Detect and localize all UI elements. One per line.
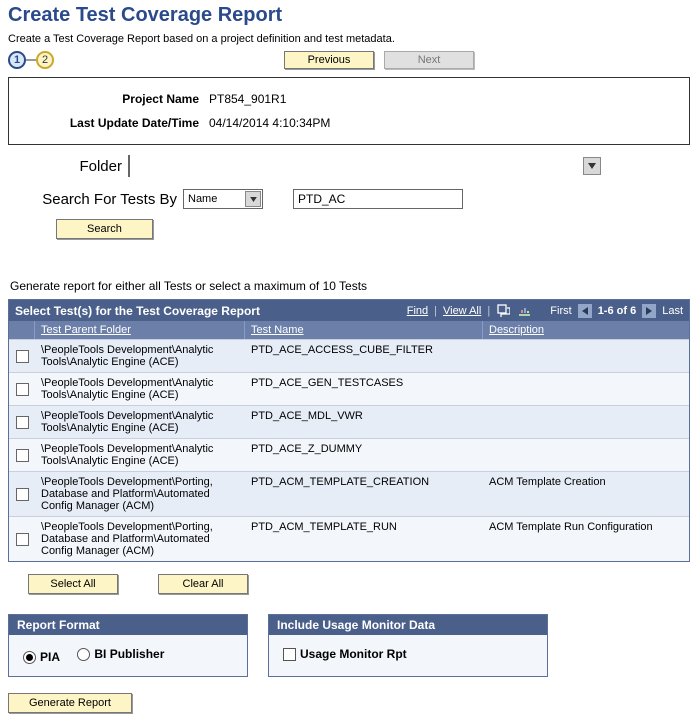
grid-find-link[interactable]: Find	[407, 305, 428, 317]
cell-parent: \PeopleTools Development\Porting, Databa…	[35, 472, 245, 516]
usage-monitor-title: Include Usage Monitor Data	[269, 615, 547, 635]
row-checkbox[interactable]	[16, 449, 29, 462]
checkbox-icon	[283, 648, 296, 661]
cell-parent: \PeopleTools Development\Analytic Tools\…	[35, 340, 245, 372]
wizard-step-1: 1	[8, 51, 26, 69]
last-update-label: Last Update Date/Time	[19, 116, 209, 130]
grid-range: 1-6 of 6	[598, 305, 637, 317]
wizard-connector	[26, 59, 36, 61]
generate-report-button[interactable]: Generate Report	[8, 693, 132, 713]
cell-parent: \PeopleTools Development\Analytic Tools\…	[35, 439, 245, 471]
download-icon[interactable]	[517, 303, 532, 318]
grid-viewall-link[interactable]: View All	[443, 305, 481, 317]
radio-dot-icon	[23, 651, 36, 664]
cell-desc	[483, 439, 689, 471]
project-info-box: Project Name PT854_901R1 Last Update Dat…	[8, 77, 690, 145]
cell-parent: \PeopleTools Development\Analytic Tools\…	[35, 406, 245, 438]
project-name-value: PT854_901R1	[209, 92, 286, 106]
usage-monitor-label: Usage Monitor Rpt	[300, 647, 407, 661]
cell-name: PTD_ACE_Z_DUMMY	[245, 439, 483, 471]
cell-name: PTD_ACE_GEN_TESTCASES	[245, 373, 483, 405]
row-checkbox[interactable]	[16, 533, 29, 546]
folder-label: Folder	[8, 158, 128, 175]
folder-select[interactable]	[128, 155, 130, 177]
report-hint: Generate report for either all Tests or …	[10, 279, 690, 293]
cell-desc: ACM Template Run Configuration	[483, 517, 689, 561]
table-row: \PeopleTools Development\Analytic Tools\…	[9, 438, 689, 471]
row-checkbox[interactable]	[16, 350, 29, 363]
cell-desc: ACM Template Creation	[483, 472, 689, 516]
previous-button[interactable]: Previous	[284, 51, 374, 69]
radio-pia[interactable]: PIA	[23, 650, 60, 664]
row-checkbox[interactable]	[16, 488, 29, 501]
next-button: Next	[384, 51, 474, 69]
report-format-title: Report Format	[9, 615, 247, 635]
search-by-select[interactable]: Name	[183, 189, 263, 209]
cell-name: PTD_ACM_TEMPLATE_RUN	[245, 517, 483, 561]
row-checkbox[interactable]	[16, 416, 29, 429]
col-header-name[interactable]: Test Name	[245, 321, 483, 339]
col-header-desc[interactable]: Description	[483, 321, 689, 339]
grid-body: \PeopleTools Development\Analytic Tools\…	[9, 339, 689, 561]
chevron-down-icon	[583, 157, 601, 175]
report-format-panel: Report Format PIA BI Publisher	[8, 614, 248, 677]
grid-title-text: Select Test(s) for the Test Coverage Rep…	[15, 304, 260, 318]
grid-first-label: First	[550, 305, 571, 317]
cell-desc	[483, 406, 689, 438]
grid-prev-icon[interactable]	[578, 304, 592, 318]
radio-bi-label: BI Publisher	[94, 647, 164, 661]
cell-desc	[483, 340, 689, 372]
search-term-input[interactable]	[293, 189, 463, 209]
table-row: \PeopleTools Development\Analytic Tools\…	[9, 372, 689, 405]
table-row: \PeopleTools Development\Porting, Databa…	[9, 471, 689, 516]
usage-monitor-checkbox[interactable]: Usage Monitor Rpt	[283, 647, 407, 661]
grid-header: Test Parent Folder Test Name Description	[9, 321, 689, 339]
radio-pia-label: PIA	[40, 650, 60, 664]
search-button[interactable]: Search	[56, 219, 153, 239]
cell-parent: \PeopleTools Development\Porting, Databa…	[35, 517, 245, 561]
radio-dot-icon	[77, 648, 90, 661]
tests-grid: Select Test(s) for the Test Coverage Rep…	[8, 299, 690, 562]
page-title: Create Test Coverage Report	[8, 4, 690, 27]
cell-name: PTD_ACM_TEMPLATE_CREATION	[245, 472, 483, 516]
table-row: \PeopleTools Development\Porting, Databa…	[9, 516, 689, 561]
zoom-icon[interactable]	[496, 303, 511, 318]
search-by-label: Search For Tests By	[8, 191, 183, 208]
page-subtitle: Create a Test Coverage Report based on a…	[8, 33, 690, 45]
grid-last-label: Last	[662, 305, 683, 317]
radio-bi-publisher[interactable]: BI Publisher	[77, 647, 164, 661]
wizard-row: 1 2 Previous Next	[8, 51, 690, 69]
wizard-step-2[interactable]: 2	[36, 51, 54, 69]
clear-all-button[interactable]: Clear All	[158, 574, 248, 594]
table-row: \PeopleTools Development\Analytic Tools\…	[9, 339, 689, 372]
last-update-value: 04/14/2014 4:10:34PM	[209, 116, 330, 130]
project-name-label: Project Name	[19, 92, 209, 106]
table-row: \PeopleTools Development\Analytic Tools\…	[9, 405, 689, 438]
cell-name: PTD_ACE_ACCESS_CUBE_FILTER	[245, 340, 483, 372]
row-checkbox[interactable]	[16, 383, 29, 396]
grid-next-icon[interactable]	[642, 304, 656, 318]
col-header-parent[interactable]: Test Parent Folder	[35, 321, 245, 339]
select-all-button[interactable]: Select All	[28, 574, 118, 594]
usage-monitor-panel: Include Usage Monitor Data Usage Monitor…	[268, 614, 548, 677]
cell-name: PTD_ACE_MDL_VWR	[245, 406, 483, 438]
cell-parent: \PeopleTools Development\Analytic Tools\…	[35, 373, 245, 405]
cell-desc	[483, 373, 689, 405]
